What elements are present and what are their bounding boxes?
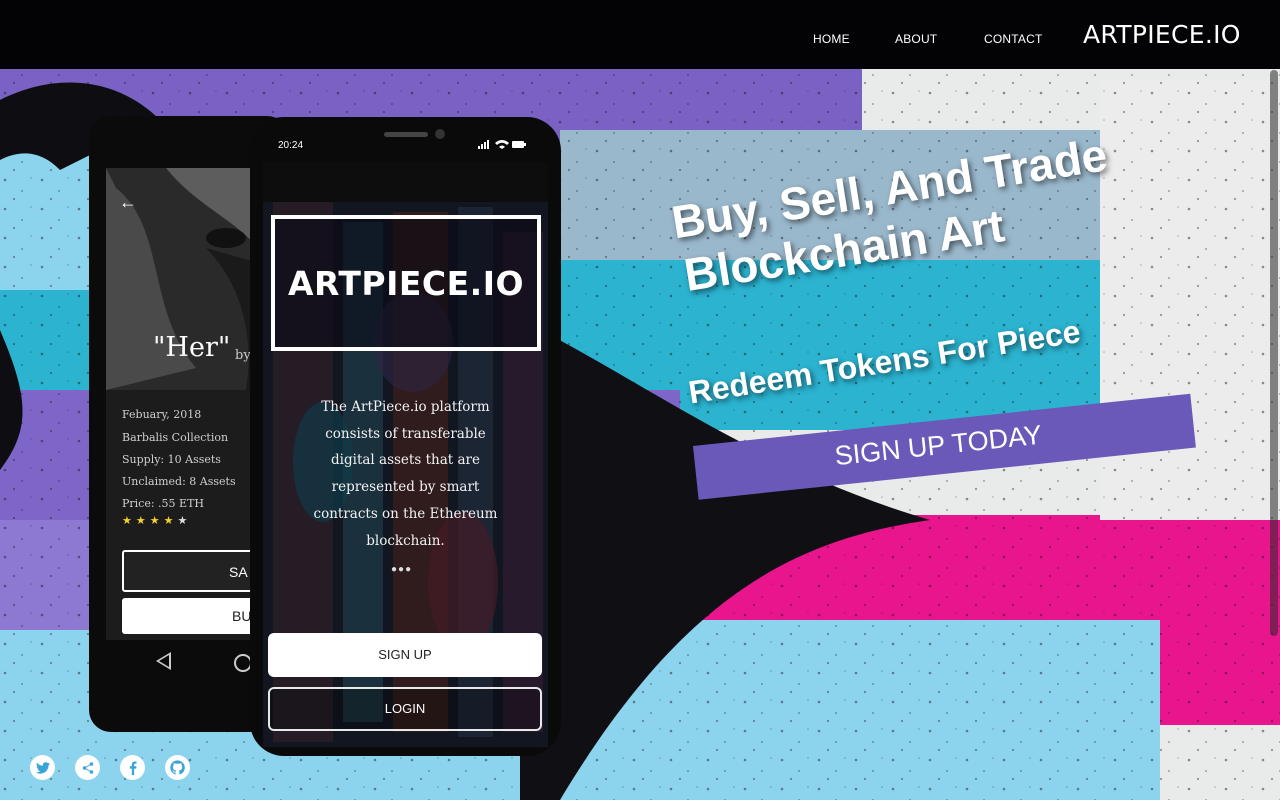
- signal-wifi-battery-icon: [478, 140, 526, 149]
- status-bar-icons: [478, 139, 526, 152]
- brand-logo[interactable]: ARTPIECE.IO: [1083, 20, 1241, 49]
- artwork-collection: Barbalis Collection: [122, 431, 229, 444]
- artwork-by-label: by: [235, 348, 251, 363]
- back-triangle-icon[interactable]: [156, 652, 171, 670]
- phone-mockup-front: 20:24 ARTPIECE.IO The ArtPiece.io platfo…: [250, 117, 561, 756]
- artwork-supply: Supply: 10 Assets: [122, 453, 221, 466]
- nav-contact-link[interactable]: CONTACT: [984, 32, 1043, 46]
- github-icon: [170, 760, 185, 775]
- page-scrollbar[interactable]: [1270, 70, 1278, 636]
- nav-home-link[interactable]: HOME: [813, 32, 850, 46]
- app-description: The ArtPiece.io platform consists of tra…: [313, 399, 498, 549]
- artwork-unclaimed: Unclaimed: 8 Assets: [122, 475, 236, 488]
- back-arrow-icon[interactable]: ←: [119, 192, 137, 213]
- facebook-icon: [129, 761, 136, 775]
- app-logo-box: ARTPIECE.IO: [271, 215, 541, 351]
- facebook-link[interactable]: [120, 755, 145, 780]
- artwork-price: Price: .55 ETH: [122, 497, 205, 510]
- carousel-dots-icon[interactable]: ●●●: [391, 564, 412, 575]
- star-empty-icon: ★: [177, 515, 192, 527]
- screen-top-bar: [263, 162, 548, 202]
- artwork-title: "Her": [153, 332, 231, 363]
- status-bar-time: 20:24: [278, 140, 304, 151]
- share-icon: [82, 761, 93, 774]
- phone-camera: [435, 129, 445, 139]
- twitter-link[interactable]: [30, 755, 55, 780]
- artwork-date: Febuary, 2018: [122, 408, 202, 421]
- twitter-icon: [35, 761, 50, 774]
- phone-speaker: [384, 132, 428, 137]
- phone-screen: ARTPIECE.IO The ArtPiece.io platform con…: [263, 162, 548, 747]
- nav-about-link[interactable]: ABOUT: [895, 32, 937, 46]
- share-link[interactable]: [75, 755, 100, 780]
- app-signup-button[interactable]: SIGN UP: [268, 633, 542, 677]
- top-navbar: HOME ABOUT CONTACT ARTPIECE.IO: [0, 0, 1280, 69]
- star-icon: ★★★★: [122, 515, 178, 527]
- rating-stars: ★★★★★: [122, 514, 191, 527]
- app-login-button[interactable]: LOGIN: [268, 687, 542, 731]
- github-link[interactable]: [165, 755, 190, 780]
- signup-today-label: SIGN UP TODAY: [833, 419, 1044, 472]
- app-logo-text: ARTPIECE.IO: [287, 264, 525, 303]
